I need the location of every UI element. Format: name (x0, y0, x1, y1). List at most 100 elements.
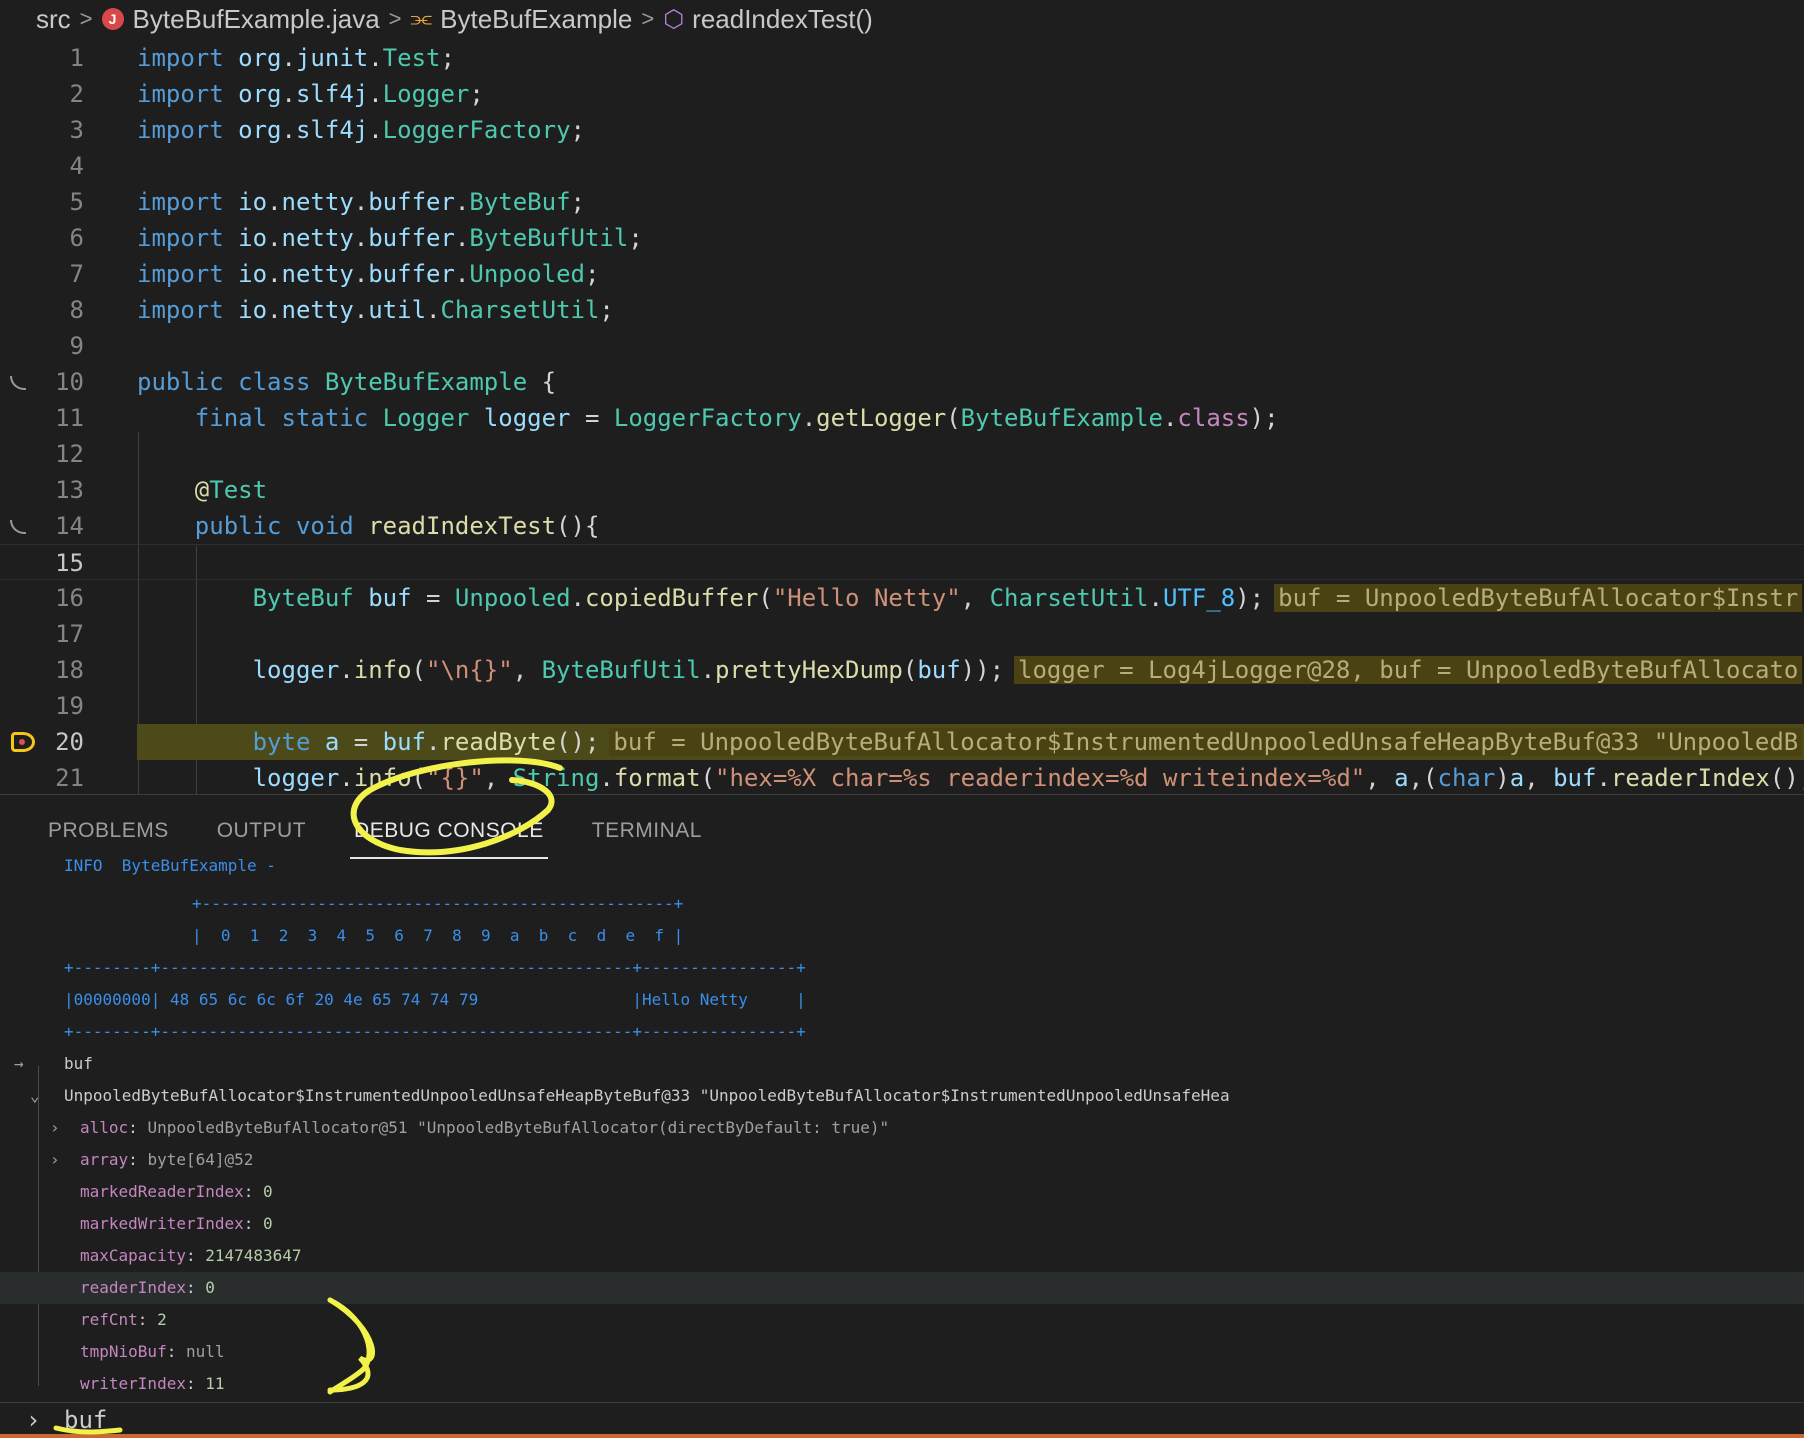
tree-row-markedWriterIndex[interactable]: markedWriterIndex: 0 (0, 1208, 1804, 1240)
code-line: 7 import io.netty.buffer.Unpooled; (0, 256, 1804, 292)
field-value: byte[64]@52 (147, 1150, 254, 1169)
line-number: 4 (69, 152, 84, 180)
field-name: array (80, 1150, 129, 1169)
line-number: 2 (69, 80, 84, 108)
eval-expression: buf (64, 1054, 93, 1073)
hex-mid-border: +--------+------------------------------… (64, 958, 806, 977)
code-line: 11 final static Logger logger = LoggerFa… (0, 400, 1804, 436)
tree-row-refCnt[interactable]: refCnt: 2 (0, 1304, 1804, 1336)
status-accent-bar (0, 1434, 1804, 1438)
line-number: 17 (55, 620, 84, 648)
tree-row-array[interactable]: › array: byte[64]@52 (0, 1144, 1804, 1176)
field-value: 0 (205, 1278, 215, 1297)
arrow-right-icon: → (14, 1054, 24, 1073)
code-line: 3 import org.slf4j.LoggerFactory; (0, 112, 1804, 148)
tree-row-tmpNioBuf[interactable]: tmpNioBuf: null (0, 1336, 1804, 1368)
field-name: maxCapacity (80, 1246, 186, 1265)
field-value: null (185, 1342, 225, 1361)
line-number: 5 (69, 188, 84, 216)
line-number: 7 (69, 260, 84, 288)
code-line: 2 import org.slf4j.Logger; (0, 76, 1804, 112)
code-line: 6 import io.netty.buffer.ByteBufUtil; (0, 220, 1804, 256)
field-name: readerIndex (80, 1278, 186, 1297)
line-number: 11 (55, 404, 84, 432)
code-line: 18 logger.info("\n{}", ByteBufUtil.prett… (0, 652, 1804, 688)
code-line: 21 logger.info("{}", String.format("hex=… (0, 760, 1804, 794)
field-value: 0 (263, 1214, 273, 1233)
line-number: 16 (55, 584, 84, 612)
line-number: 8 (69, 296, 84, 324)
line-number: 13 (55, 476, 84, 504)
inline-debug-value: buf = UnpooledByteBufAllocator$Instr (1274, 584, 1803, 612)
hex-row: |00000000| 48 65 6c 6c 6f 20 4e 65 74 74… (64, 990, 806, 1009)
chevron-right-icon[interactable]: › (50, 1144, 60, 1176)
hex-top-border: +---------------------------------------… (192, 894, 684, 913)
code-line: 19 (0, 688, 1804, 724)
eval-line: → buf (0, 1048, 1804, 1080)
chevron-right-icon[interactable]: › (50, 1112, 60, 1144)
line-number: 6 (69, 224, 84, 252)
line-number: 3 (69, 116, 84, 144)
field-value: 0 (263, 1182, 273, 1201)
code-editor[interactable]: 1 import org.junit.Test; 2 import org.slf4… (0, 40, 1804, 794)
code-line: 4 (0, 148, 1804, 184)
line-number: 12 (55, 440, 84, 468)
class-icon: ⫘ (410, 5, 433, 32)
code-line: 13 @Test (0, 472, 1804, 508)
object-label: UnpooledByteBufAllocator$InstrumentedUnp… (64, 1086, 1230, 1105)
fold-icon[interactable] (10, 520, 26, 534)
field-value: 2 (157, 1310, 167, 1329)
line-number: 10 (55, 368, 84, 396)
field-value: UnpooledByteBufAllocator@51 "UnpooledByt… (147, 1118, 890, 1137)
breadcrumb-src[interactable]: src (36, 4, 71, 35)
code-line: 16 ByteBuf buf = Unpooled.copiedBuffer("… (0, 580, 1804, 616)
tree-row-markedReaderIndex[interactable]: markedReaderIndex: 0 (0, 1176, 1804, 1208)
tree-row-readerIndex[interactable]: readerIndex: 0 (0, 1272, 1804, 1304)
fold-icon[interactable] (10, 376, 26, 390)
code-line: 5 import io.netty.buffer.ByteBuf; (0, 184, 1804, 220)
line-number: 1 (69, 44, 84, 72)
chevron-right-icon: > (641, 6, 655, 31)
line-number: 21 (55, 764, 84, 792)
field-name: alloc (80, 1118, 129, 1137)
breadcrumb-class[interactable]: ByteBufExample (440, 4, 632, 35)
tree-row-alloc[interactable]: › alloc: UnpooledByteBufAllocator@51 "Unp… (0, 1112, 1804, 1144)
line-number: 15 (55, 549, 84, 577)
chevron-right-icon: > (79, 6, 93, 31)
chevron-right-icon: › (26, 1406, 41, 1434)
breadcrumb-method[interactable]: readIndexTest() (692, 4, 873, 35)
line-number: 18 (55, 656, 84, 684)
field-name: writerIndex (80, 1374, 186, 1393)
code-line: 14 public void readIndexTest(){ (0, 508, 1804, 544)
code-line: 10 public class ByteBufExample { (0, 364, 1804, 400)
inline-debug-value: buf = UnpooledByteBufAllocator$Instrumen… (609, 728, 1803, 756)
method-cube-icon: ⬡ (663, 5, 685, 33)
code-line: 9 (0, 328, 1804, 364)
breadcrumb-file[interactable]: ByteBufExample.java (133, 4, 380, 35)
tree-row-maxCapacity[interactable]: maxCapacity: 2147483647 (0, 1240, 1804, 1272)
code-line: 8 import io.netty.util.CharsetUtil; (0, 292, 1804, 328)
code-line: 17 (0, 616, 1804, 652)
chevron-right-icon: > (388, 6, 402, 31)
field-value: 11 (205, 1374, 225, 1393)
line-number: 19 (55, 692, 84, 720)
field-name: refCnt (80, 1310, 138, 1329)
field-name: tmpNioBuf (80, 1342, 167, 1361)
line-number: 9 (69, 332, 84, 360)
code-line-breakpoint: 20 byte a = buf.readByte(); buf = Unpoole… (0, 724, 1804, 760)
hex-bottom-border: +--------+------------------------------… (64, 1022, 806, 1041)
code-line: 1 import org.junit.Test; (0, 40, 1804, 76)
inline-debug-value: logger = Log4jLogger@28, buf = UnpooledB… (1014, 656, 1803, 684)
debug-console-input[interactable]: › buf (0, 1402, 1804, 1438)
field-name: markedReaderIndex (80, 1182, 244, 1201)
java-file-icon: J (101, 8, 124, 30)
tree-row-writerIndex[interactable]: writerIndex: 11 (0, 1368, 1804, 1400)
code-line-current: 15 (0, 544, 1804, 580)
console-input-text[interactable]: buf (64, 1403, 107, 1437)
field-name: markedWriterIndex (80, 1214, 244, 1233)
code-line: 12 (0, 436, 1804, 472)
hex-columns: | 0 1 2 3 4 5 6 7 8 9 a b c d e f | (192, 926, 684, 945)
object-tree-root[interactable]: ⌄ UnpooledByteBufAllocator$InstrumentedUn… (0, 1080, 1804, 1112)
log-header: INFO ByteBufExample - (64, 856, 276, 875)
line-number: 14 (55, 512, 84, 540)
